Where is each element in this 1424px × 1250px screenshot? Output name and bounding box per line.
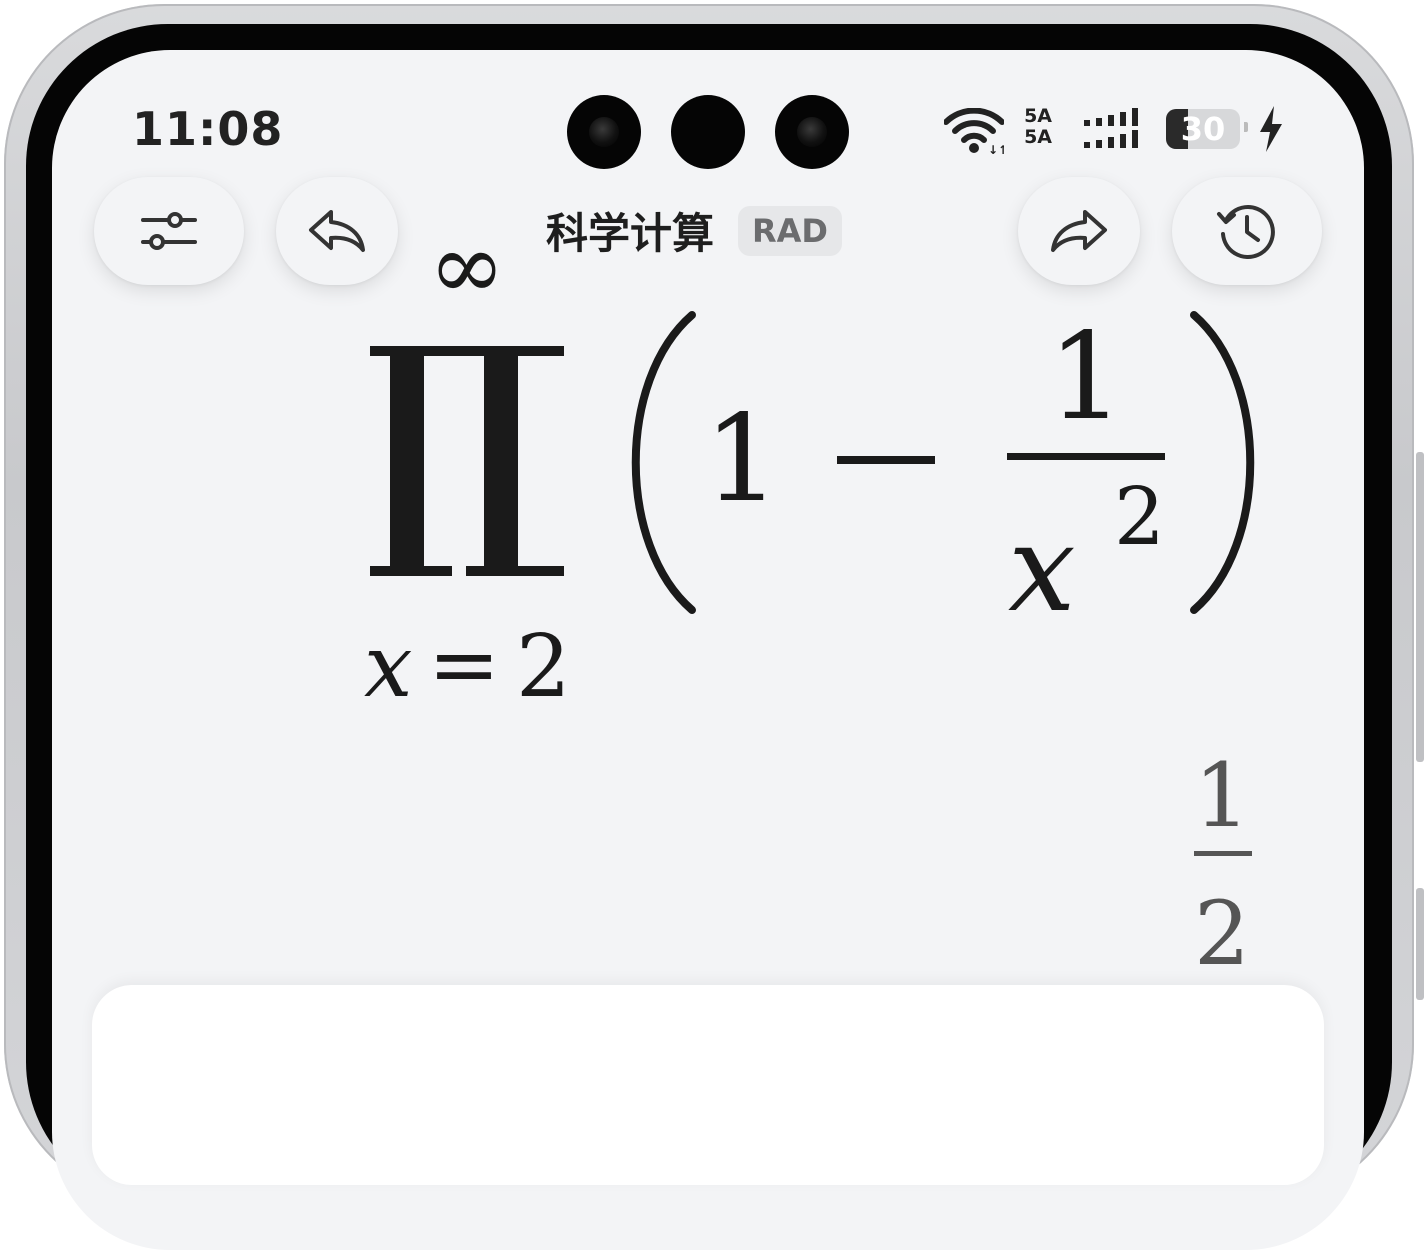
lower-variable: x [364,617,413,717]
fraction-bar [1007,453,1165,460]
product-symbol [370,346,564,576]
side-button [1416,452,1424,762]
side-button [1416,888,1424,1000]
minus-sign [837,456,935,464]
fraction-numerator: 1 [1048,308,1124,447]
denominator-base: x [1008,500,1076,639]
term-one: 1 [704,390,780,529]
keypad-panel [92,985,1324,1185]
result-fraction-bar [1194,851,1252,856]
close-paren [1190,311,1255,614]
result-denominator: 2 [1194,882,1250,985]
lower-start: 2 [516,617,571,717]
open-paren [631,311,696,614]
denominator-exponent: 2 [1114,470,1165,563]
expression-display[interactable]: ∞ x = 2 1 1 x 2 1 2 [52,50,1364,1050]
upper-limit: ∞ [429,213,506,320]
result-numerator: 1 [1194,744,1250,847]
calculator-screen: 11:08 ↓↑ 5A 5A 30 科学计算 RAD ∞ x = 2 1 1 x… [52,50,1364,1250]
lower-equals: = [428,615,500,715]
